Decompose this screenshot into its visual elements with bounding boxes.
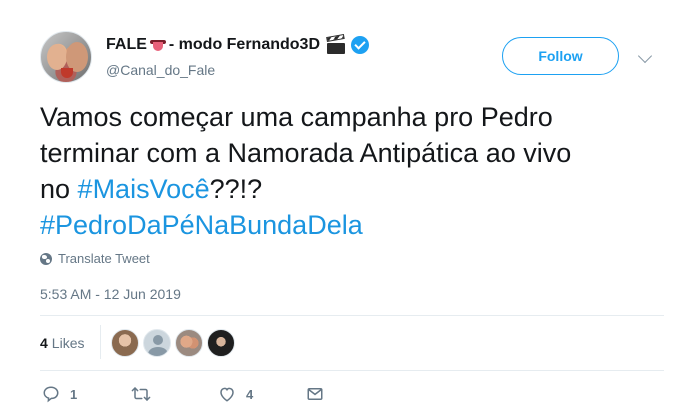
tweet-text-suffix: ??!? xyxy=(209,174,263,204)
tweet-actions: 1 4 xyxy=(40,384,360,404)
envelope-icon xyxy=(307,388,323,400)
chevron-down-icon[interactable] xyxy=(637,48,653,64)
likes-label[interactable]: Likes xyxy=(52,335,85,351)
avatar-face-left xyxy=(47,44,67,70)
direct-message-button[interactable] xyxy=(306,384,324,404)
tweet-text: Vamos começar uma campanha pro Pedro ter… xyxy=(40,99,660,243)
like-button[interactable]: 4 xyxy=(218,384,253,404)
retweet-icon xyxy=(131,387,151,401)
reply-icon xyxy=(43,386,59,403)
likes-count[interactable]: 4 xyxy=(40,335,48,351)
likes-stat[interactable]: 4 Likes xyxy=(40,330,84,356)
tweet-text-line2: terminar com a Namorada Antipática ao vi… xyxy=(40,138,572,168)
heart-icon xyxy=(220,387,234,402)
divider-top xyxy=(40,315,664,316)
reply-button[interactable]: 1 xyxy=(42,384,77,404)
tweet-timestamp[interactable]: 5:53 AM - 12 Jun 2019 xyxy=(40,286,181,302)
liker-avatar-default[interactable] xyxy=(143,329,171,357)
author-avatar[interactable] xyxy=(40,31,92,83)
author-handle[interactable]: @Canal_do_Fale xyxy=(106,62,215,78)
hashtag-link-pedro[interactable]: #PedroDaPéNaBundaDela xyxy=(40,210,363,240)
liker-avatar[interactable] xyxy=(111,329,139,357)
hashtag-link-maisvoce[interactable]: #MaisVocê xyxy=(78,174,210,204)
tweet-card: FALE - modo Fernando3D @Canal_do_Fale Fo… xyxy=(0,0,692,420)
tweet-text-prefix: no xyxy=(40,174,78,204)
translate-tweet-link[interactable]: Translate Tweet xyxy=(40,251,150,266)
tongue-emoji-icon xyxy=(149,38,167,52)
retweet-button[interactable] xyxy=(130,384,162,404)
liker-avatar[interactable] xyxy=(175,329,203,357)
clapper-board-icon xyxy=(326,33,346,54)
tweet-text-line1: Vamos começar uma campanha pro Pedro xyxy=(40,102,553,132)
follow-button[interactable]: Follow xyxy=(502,37,619,75)
likers-divider xyxy=(100,325,101,359)
tweet-text-line3: no #MaisVocê??!? xyxy=(40,171,660,207)
globe-icon xyxy=(40,252,52,265)
divider-bottom xyxy=(40,370,664,371)
liker-avatar[interactable] xyxy=(207,329,235,357)
like-count: 4 xyxy=(246,386,254,402)
translate-label[interactable]: Translate Tweet xyxy=(58,251,150,266)
author-name-part2[interactable]: - modo Fernando3D xyxy=(169,36,320,54)
author-name-row[interactable]: FALE - modo Fernando3D xyxy=(106,33,369,55)
author-name-part1[interactable]: FALE xyxy=(106,36,147,54)
avatar-tongue xyxy=(61,68,73,78)
verified-badge-icon xyxy=(351,36,369,54)
reply-count: 1 xyxy=(70,386,78,402)
